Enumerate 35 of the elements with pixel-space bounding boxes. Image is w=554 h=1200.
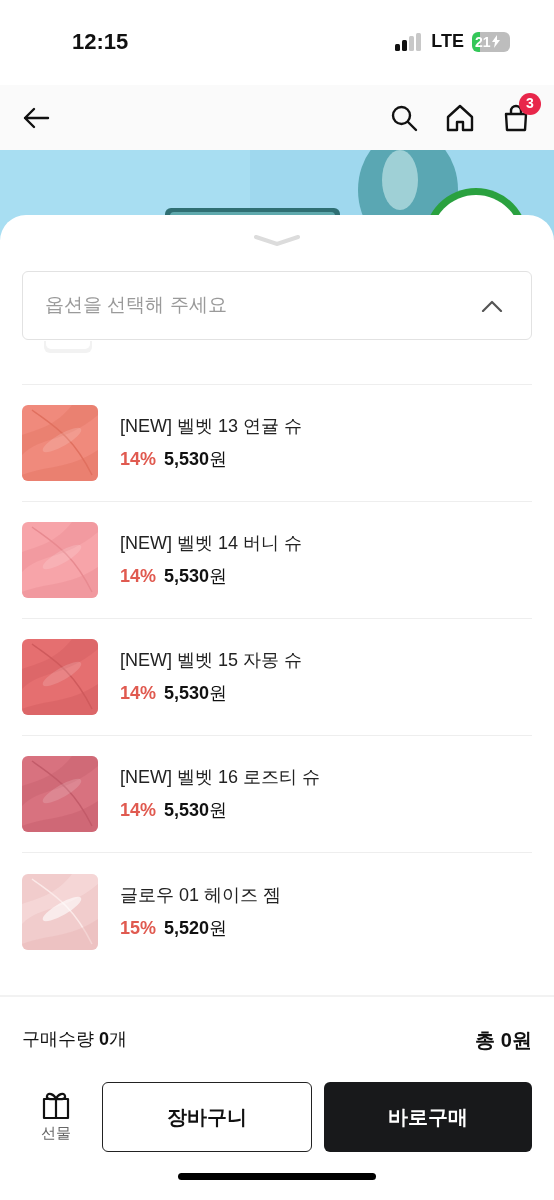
total-price: 총 0원 [475,1027,532,1053]
status-time: 12:15 [72,28,129,56]
cart-count-badge: 3 [519,92,541,115]
option-name: [NEW] 벨벳 16 로즈티 슈 [120,766,321,789]
buy-now-button[interactable]: 바로구매 [324,1082,532,1152]
network-label: LTE [431,30,464,53]
home-icon [446,103,474,132]
option-price: 5,530원 [164,682,228,705]
option-price: 5,530원 [164,448,228,471]
chevron-up-icon [481,299,503,312]
search-icon [390,103,418,132]
option-price: 5,520원 [164,916,228,940]
option-item[interactable]: [NEW] 벨벳 13 연귤 슈 14% 5,530원 [22,385,532,502]
back-arrow-icon [22,105,50,130]
charging-bolt-icon [491,35,500,48]
signal-icon [395,32,424,51]
option-name: [NEW] 벨벳 13 연귤 슈 [120,415,303,438]
discount-rate: 14% [120,565,157,588]
discount-rate: 15% [120,916,157,940]
option-item[interactable]: 글로우 01 헤이즈 젬 15% 5,520원 [22,853,532,970]
quantity-label: 구매수량 0개 [22,1028,128,1051]
discount-rate: 14% [120,448,157,471]
option-item[interactable]: [NEW] 벨벳 15 자몽 슈 14% 5,530원 [22,619,532,736]
add-to-cart-button[interactable]: 장바구니 [102,1082,312,1152]
option-item[interactable]: [NEW] 벨벳 16 로즈티 슈 14% 5,530원 [22,736,532,853]
option-name: [NEW] 벨벳 15 자몽 슈 [120,649,303,672]
option-name: 글로우 01 헤이즈 젬 [120,883,282,907]
sheet-handle-icon [253,234,301,246]
discount-rate: 14% [120,799,157,822]
option-item[interactable]: [NEW] 벨벳 14 버니 슈 14% 5,530원 [22,502,532,619]
option-price: 5,530원 [164,799,228,822]
option-price: 5,530원 [164,565,228,588]
gift-button[interactable]: 선물 [22,1089,90,1145]
option-name: [NEW] 벨벳 14 버니 슈 [120,532,303,555]
discount-rate: 14% [120,682,157,705]
